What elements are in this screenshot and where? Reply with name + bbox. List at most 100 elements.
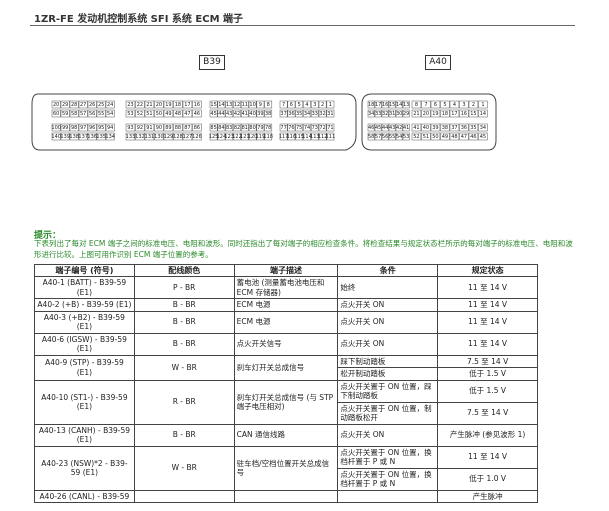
pin-number: 77 — [280, 125, 286, 131]
cell-wire-color: P - BR — [133, 276, 235, 299]
pin-number: 39 — [257, 111, 263, 117]
pin-number: 47 — [184, 111, 190, 117]
pin-number: 126 — [192, 134, 202, 140]
cell-spec: 11 至 14 V — [437, 445, 538, 469]
pin-number: 29 — [403, 111, 409, 117]
pin-number: 19 — [432, 111, 438, 117]
pin-number: 127 — [183, 134, 193, 140]
table-row: A40-6 (IGSW) - B39-59 (E1) B - BR 点火开关信号 点火… — [34, 332, 538, 356]
pin-number: 41 — [403, 125, 409, 131]
pin-number: 20 — [423, 111, 429, 117]
pin-number: 94 — [107, 125, 113, 131]
pin-number: 21 — [413, 111, 419, 117]
pin-number: 20 — [156, 102, 162, 108]
cell-description: 蓄电池 (测量蓄电池电压和 ECM 存储器) — [233, 276, 339, 299]
pin-number: 46 — [194, 111, 200, 117]
pin-number: 14 — [396, 102, 402, 108]
pin-number: 4 — [305, 102, 308, 108]
cell-description: 刹车灯开关总成信号 (与 STP 端子电压相对) — [233, 379, 339, 425]
pin-number: 2 — [472, 102, 475, 108]
pin-number: 39 — [432, 125, 438, 131]
pin-number: 16 — [194, 102, 200, 108]
pin-number: 35 — [470, 125, 476, 131]
pin-number: 48 — [451, 134, 457, 140]
cell-terminal: A40-13 (CANH) - B39-59 (E1) — [34, 423, 135, 447]
cell-spec: 产生脉冲 — [437, 489, 538, 503]
pin-number: 17 — [451, 111, 457, 117]
pin-number: 33 — [375, 111, 381, 117]
cell-description: 刹车灯开关总成信号 — [233, 354, 339, 381]
pin-number: 1 — [329, 102, 332, 108]
pin-number: 36 — [288, 111, 294, 117]
pin-number: 98 — [71, 125, 77, 131]
cell-terminal: A40-23 (NSW)*2 - B39-59 (E1) — [34, 445, 135, 491]
pin-number: 1 — [481, 102, 484, 108]
pin-number: 5 — [298, 102, 301, 108]
pin-number: 34 — [480, 125, 486, 131]
pin-number: 57 — [80, 111, 86, 117]
pin-number: 37 — [280, 111, 286, 117]
cell-condition: 松开制动踏板 — [337, 367, 439, 381]
pin-number: 9 — [259, 102, 262, 108]
pin-number: 37 — [451, 125, 457, 131]
pin-number: 38 — [265, 111, 271, 117]
pin-number: 73 — [312, 125, 318, 131]
header-terminal: 端子编号 (符号) — [34, 264, 135, 277]
page-header: 1ZR-FE 发动机控制系统 SFI 系统 ECM 端子 — [34, 14, 244, 25]
table-row: A40-1 (BATT) - B39-59 (E1) P - BR 蓄电池 (测量蓄… — [34, 276, 538, 299]
pin-number: 54 — [107, 111, 113, 117]
pin-number: 43 — [226, 111, 232, 117]
pin-number: 6 — [434, 102, 437, 108]
cell-terminal: A40-10 (ST1-) - B39-59 (E1) — [34, 379, 135, 425]
cell-wire-color — [133, 489, 235, 503]
pin-number: 53 — [127, 111, 133, 117]
pin-number: 44 — [382, 125, 388, 131]
pin-number: 81 — [242, 125, 248, 131]
pin-number: 129 — [164, 134, 174, 140]
cell-terminal: A40-9 (STP) - B39-59 (E1) — [34, 354, 135, 381]
cell-spec: 11 至 14 V — [437, 310, 538, 334]
pin-number: 23 — [127, 102, 133, 108]
cell-terminal: A40-3 (+B2) - B39-59 (E1) — [34, 310, 135, 334]
connector-label-b39: B39 — [199, 55, 225, 70]
cell-description: 驻车档/空档位置开关总成信号 — [233, 445, 339, 491]
pin-number: 53 — [403, 134, 409, 140]
pin-number: 71 — [327, 125, 333, 131]
pin-number: 18 — [442, 111, 448, 117]
pin-number: 88 — [175, 125, 181, 131]
pin-number: 134 — [105, 134, 115, 140]
pin-number: 51 — [423, 134, 429, 140]
pin-number: 85 — [210, 125, 216, 131]
pin-number: 43 — [389, 125, 395, 131]
pin-number: 34 — [304, 111, 310, 117]
cell-spec: 低于 1.0 V — [437, 467, 538, 491]
pin-number: 54 — [396, 134, 402, 140]
pin-number: 32 — [319, 111, 325, 117]
pin-number: 111 — [326, 134, 336, 140]
pin-number: 55 — [389, 134, 395, 140]
hint-text: 下表列出了每对 ECM 端子之间的标准电压、电阻和波形。同时还指出了每对端子的相… — [34, 239, 573, 259]
pin-number: 22 — [137, 102, 143, 108]
pin-number: 58 — [368, 134, 374, 140]
pin-number: 48 — [175, 111, 181, 117]
pin-number: 8 — [267, 102, 270, 108]
cell-condition — [337, 489, 439, 503]
cell-spec: 11 至 14 V — [437, 276, 538, 299]
pin-number: 8 — [415, 102, 418, 108]
pin-number: 34 — [368, 111, 374, 117]
pin-number: 13 — [403, 102, 409, 108]
pin-number: 132 — [135, 134, 145, 140]
pin-number: 15 — [210, 102, 216, 108]
pin-number: 38 — [442, 125, 448, 131]
cell-wire-color: R - BR — [133, 379, 235, 425]
header-description: 端子描述 — [233, 264, 339, 277]
cell-condition: 点火开关置于 ON 位置，换档杆置于 P 或 N — [337, 445, 439, 469]
cell-terminal: A40-2 (+B) - B39-59 (E1) — [34, 298, 135, 312]
pin-number: 58 — [71, 111, 77, 117]
pin-number: 46 — [368, 125, 374, 131]
pin-number: 30 — [396, 111, 402, 117]
pin-number: 32 — [382, 111, 388, 117]
pin-number: 131 — [145, 134, 155, 140]
cell-condition: 点火开关 ON — [337, 423, 439, 447]
pin-number: 35 — [296, 111, 302, 117]
